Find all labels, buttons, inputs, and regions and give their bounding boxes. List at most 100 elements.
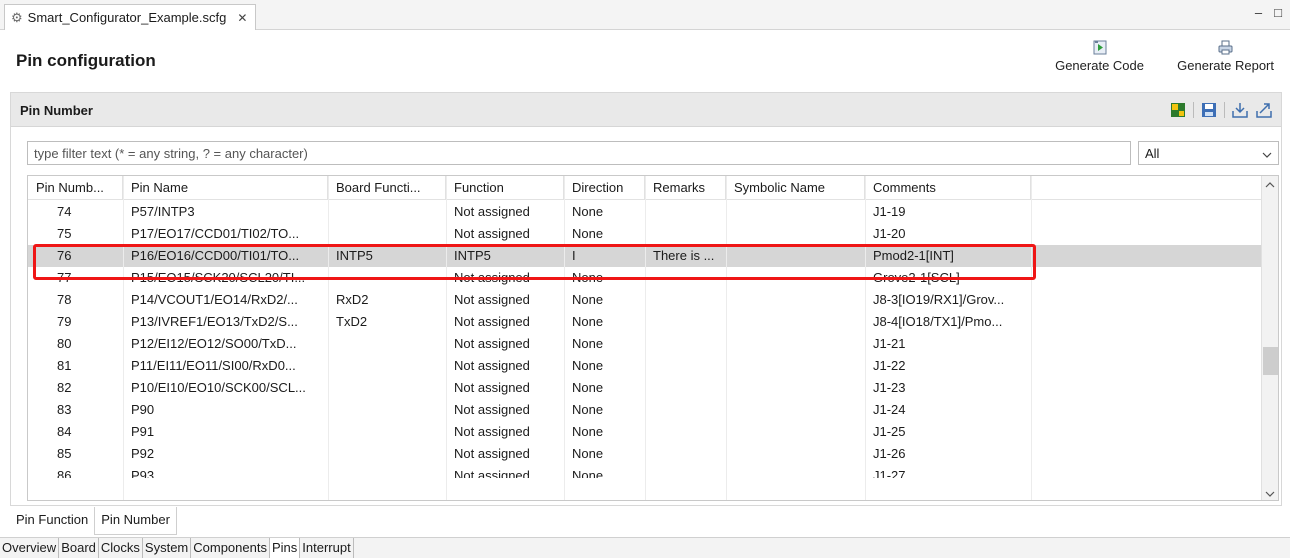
cell-pin-number: 80	[57, 336, 72, 351]
cell-function: Not assigned	[454, 380, 530, 395]
column-header-direction[interactable]: Direction	[564, 176, 645, 200]
cell-symbolic-name	[726, 377, 865, 399]
cell-function: Not assigned	[454, 226, 530, 241]
column-divider	[446, 176, 447, 500]
vertical-scrollbar[interactable]	[1261, 176, 1278, 500]
column-header-pin-name[interactable]: Pin Name	[123, 176, 328, 200]
column-divider	[726, 176, 727, 500]
scrollbar-thumb[interactable]	[1263, 347, 1278, 375]
column-divider	[645, 176, 646, 500]
cell-symbolic-name	[726, 333, 865, 355]
cell-comments: J1-25	[873, 424, 906, 439]
cell-remarks: There is ...	[653, 248, 715, 263]
minimize-icon[interactable]: –	[1255, 5, 1262, 20]
tab-board[interactable]: Board	[59, 538, 99, 558]
tab-pin-function[interactable]: Pin Function	[10, 507, 94, 532]
tab-overview[interactable]: Overview	[0, 538, 60, 558]
filter-input[interactable]	[28, 142, 1130, 164]
column-divider	[865, 176, 866, 500]
cell-remarks	[645, 377, 726, 399]
cell-comments: J1-20	[873, 226, 906, 241]
cell-remarks	[645, 223, 726, 245]
scroll-down-icon[interactable]	[1265, 488, 1275, 500]
cell-function: Not assigned	[454, 270, 530, 285]
cell-function: Not assigned	[454, 292, 530, 307]
column-header-board-function[interactable]: Board Functi...	[328, 176, 446, 200]
generate-code-label: Generate Code	[1055, 58, 1144, 73]
editor-tab[interactable]: ⚙ Smart_Configurator_Example.scfg ✕	[4, 4, 257, 30]
column-divider	[564, 176, 565, 500]
close-icon[interactable]: ✕	[237, 11, 247, 25]
cell-pin-number: 79	[57, 314, 72, 329]
cell-comments: Pmod2-1[INT]	[873, 248, 954, 263]
cell-function: Not assigned	[454, 358, 530, 373]
cell-board-function	[328, 421, 446, 443]
save-icon[interactable]	[1200, 101, 1218, 119]
cell-function: Not assigned	[454, 402, 530, 417]
chevron-down-icon	[1262, 146, 1272, 161]
section-toolbar	[1169, 101, 1273, 119]
cell-comments: J1-23	[873, 380, 906, 395]
cell-direction: I	[572, 248, 576, 263]
cell-symbolic-name	[726, 465, 865, 478]
cell-function: Not assigned	[454, 468, 530, 483]
cell-pin-number: 84	[57, 424, 72, 439]
cell-comments: J1-27	[873, 468, 906, 483]
column-divider	[328, 176, 329, 500]
cell-symbolic-name	[726, 201, 865, 223]
import-icon[interactable]	[1231, 101, 1249, 119]
cell-function: INTP5	[454, 248, 491, 263]
cell-symbolic-name	[726, 289, 865, 311]
filter-select[interactable]: All	[1138, 141, 1279, 165]
editor-tab-bar: ⚙ Smart_Configurator_Example.scfg ✕ – □	[0, 0, 1290, 30]
cell-direction: None	[572, 424, 604, 439]
scroll-up-icon[interactable]	[1265, 179, 1275, 191]
cell-function: Not assigned	[454, 204, 530, 219]
tab-pins[interactable]: Pins	[269, 538, 301, 558]
column-header-comments[interactable]: Comments	[865, 176, 1031, 200]
export-icon[interactable]	[1255, 101, 1273, 119]
cell-pin-number: 83	[57, 402, 72, 417]
page-tabs: Pin Function Pin Number	[10, 507, 177, 535]
cell-function: Not assigned	[454, 424, 530, 439]
cell-symbolic-name	[726, 443, 865, 465]
cell-remarks	[645, 201, 726, 223]
cell-board-function	[328, 267, 446, 289]
section-title: Pin Number	[20, 103, 93, 118]
page-header: Pin configuration Generate Code Generate…	[0, 31, 1290, 91]
cell-direction: None	[572, 358, 604, 373]
generate-code-button[interactable]: Generate Code	[1055, 39, 1144, 73]
maximize-icon[interactable]: □	[1274, 5, 1282, 20]
tab-interrupt[interactable]: Interrupt	[300, 538, 354, 558]
column-header-function[interactable]: Function	[446, 176, 564, 200]
grid-view-icon[interactable]	[1169, 101, 1187, 119]
tab-components[interactable]: Components	[191, 538, 270, 558]
cell-remarks	[645, 465, 726, 478]
cell-direction: None	[572, 380, 604, 395]
cell-symbolic-name	[726, 399, 865, 421]
cell-pin-number: 74	[57, 204, 72, 219]
tab-pin-number[interactable]: Pin Number	[94, 507, 177, 535]
cell-symbolic-name	[726, 223, 865, 245]
cell-function: Not assigned	[454, 446, 530, 461]
column-header-pin-number[interactable]: Pin Numb...	[28, 176, 123, 200]
column-header-symbolic-name[interactable]: Symbolic Name	[726, 176, 865, 200]
column-divider	[1031, 176, 1032, 500]
cell-board-function: RxD2	[336, 292, 369, 307]
cell-pin-name: P57/INTP3	[131, 204, 195, 219]
column-header-remarks[interactable]: Remarks	[645, 176, 726, 200]
pin-number-section: Pin Number All Pin Numb...	[10, 92, 1282, 506]
cell-pin-number: 75	[57, 226, 72, 241]
cell-pin-name: P11/EI11/EO11/SI00/RxD0...	[131, 358, 296, 373]
tab-system[interactable]: System	[142, 538, 192, 558]
cell-direction: None	[572, 292, 604, 307]
cell-pin-number: 78	[57, 292, 72, 307]
cell-pin-name: P13/IVREF1/EO13/TxD2/S...	[131, 314, 298, 329]
filter-field[interactable]	[27, 141, 1131, 165]
cell-pin-number: 82	[57, 380, 72, 395]
generate-report-button[interactable]: Generate Report	[1177, 39, 1274, 73]
cell-pin-name: P10/EI10/EO10/SCK00/SCL...	[131, 380, 306, 395]
generate-code-icon	[1092, 39, 1108, 55]
tab-clocks[interactable]: Clocks	[98, 538, 143, 558]
cell-pin-number: 85	[57, 446, 72, 461]
